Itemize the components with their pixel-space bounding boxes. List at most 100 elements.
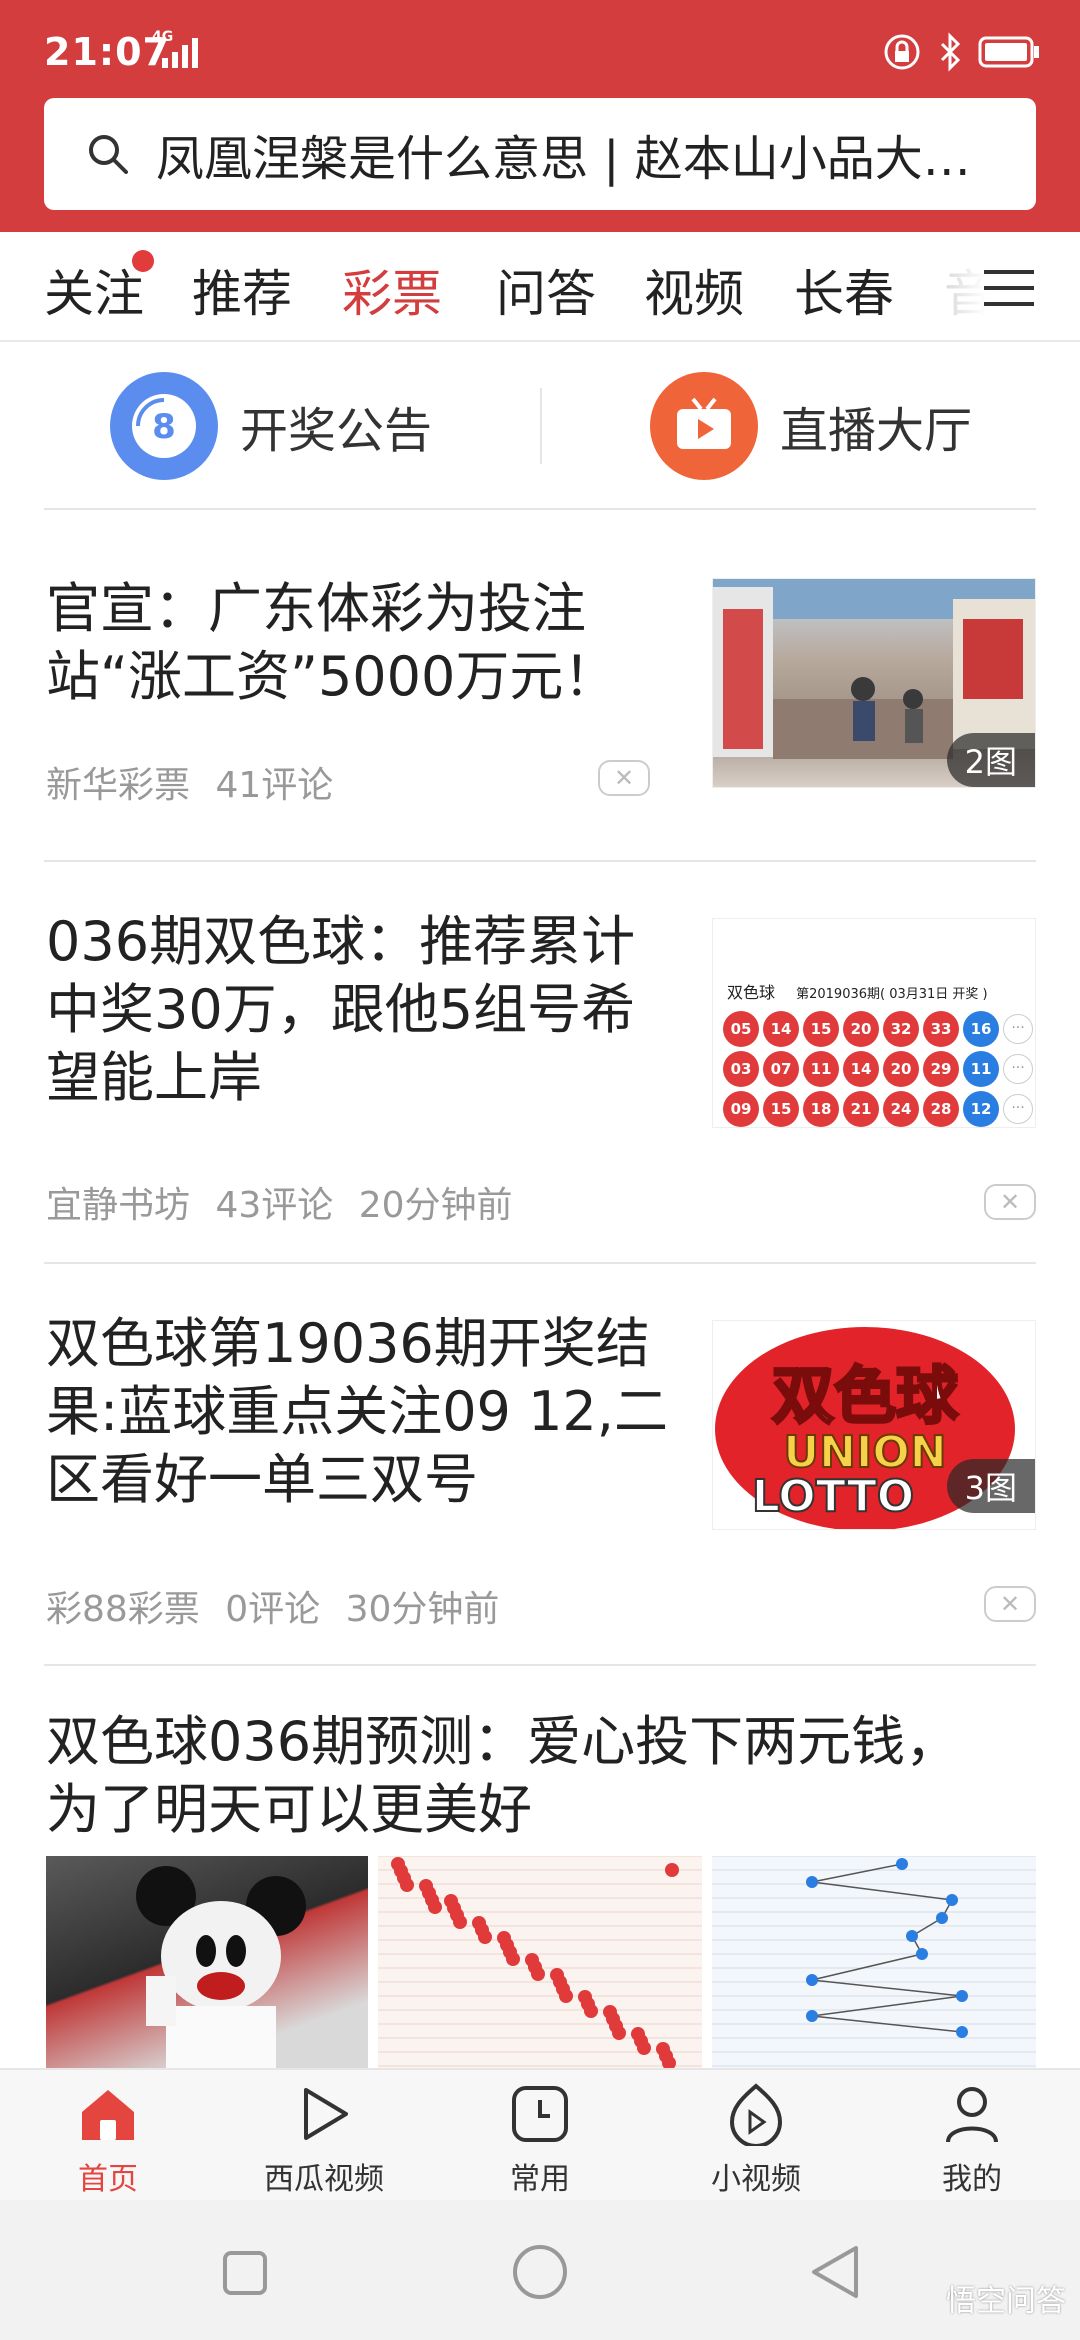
article-time: 30分钟前: [345, 1589, 500, 1630]
trend-dot: [806, 1876, 818, 1888]
tab-common[interactable]: 常用: [460, 2082, 620, 2198]
draw-announcement-button[interactable]: 8 开奖公告: [110, 372, 432, 480]
article-image-2[interactable]: [378, 1856, 702, 2068]
live-hall-label: 直播大厅: [780, 403, 973, 459]
tab-mine-label: 我的: [942, 2162, 1002, 2197]
close-icon: ✕: [999, 1188, 1021, 1216]
svg-text:双色球: 双色球: [772, 1359, 959, 1432]
live-hall-button[interactable]: 直播大厅: [650, 372, 972, 480]
red-ball: 20: [883, 1051, 919, 1087]
dismiss-button[interactable]: ✕: [598, 760, 650, 796]
trend-dot: [806, 2010, 818, 2022]
trend-dot: [612, 2026, 626, 2040]
red-ball: 11: [803, 1051, 839, 1087]
svg-text:LOTTO: LOTTO: [752, 1471, 914, 1522]
dismiss-button[interactable]: ✕: [984, 1184, 1036, 1220]
more-icon: ···: [1003, 1054, 1033, 1084]
tab-common-label: 常用: [510, 2162, 570, 2197]
more-icon: ···: [1003, 1094, 1033, 1124]
tab-video[interactable]: 视频: [644, 254, 744, 326]
red-ball: 03: [723, 1051, 759, 1087]
play-icon: [304, 2088, 348, 2140]
red-ball: 07: [763, 1051, 799, 1087]
red-ball: 28: [923, 1091, 959, 1127]
trend-dot: [453, 1915, 467, 1929]
ball-row: 03 07 11 14 20 29 11 ···: [723, 1051, 1033, 1087]
channel-menu-icon[interactable]: [984, 268, 1034, 308]
red-ball: 05: [723, 1011, 759, 1047]
lottery-ball-grid: 05 14 15 20 32 33 16 ··· 03 07 11 14 20 29 11 ··· 09 15 18…: [723, 1011, 1033, 1127]
bottom-tab-bar: 首页 西瓜视频 常用 小视频 我的: [0, 2068, 1080, 2200]
trend-dot: [506, 1952, 520, 1966]
tab-lottery[interactable]: 彩票: [342, 254, 442, 326]
lottery-name: 双色球 第2019036期( 03月31日 开奖 ): [727, 979, 988, 1003]
article-comments: 43评论: [215, 1185, 334, 1226]
trend-dot: [906, 1930, 918, 1942]
close-icon: ✕: [999, 1590, 1021, 1618]
article-source: 彩88彩票: [46, 1589, 200, 1630]
article-comments: 0评论: [225, 1589, 321, 1630]
red-ball: 24: [883, 1091, 919, 1127]
tv-icon: [650, 372, 758, 480]
article-image-1[interactable]: [46, 1856, 368, 2068]
article-image[interactable]: 双色球 第2019036期( 03月31日 开奖 ) 05 14 15 20 32 33 1…: [712, 918, 1036, 1128]
quick-links: 8 开奖公告 直播大厅: [0, 342, 1080, 510]
article-image[interactable]: 2图: [712, 578, 1036, 788]
article-meta: 宜静书坊 43评论 20分钟前: [46, 1176, 513, 1228]
tab-short-video-label: 小视频: [711, 2162, 801, 2197]
tab-xigua-video[interactable]: 西瓜视频: [244, 2082, 404, 2198]
article-image[interactable]: 双色球 UNION LOTTO 3图: [712, 1320, 1036, 1530]
trend-dot: [665, 1863, 679, 1877]
divider: [44, 860, 1036, 862]
blue-ball: 16: [963, 1011, 999, 1047]
divider: [44, 1262, 1036, 1264]
trend-dot: [896, 1858, 908, 1870]
red-ball: 14: [843, 1051, 879, 1087]
tab-qa[interactable]: 问答: [496, 254, 596, 326]
lock-rotation-icon: [884, 34, 920, 70]
red-ball: 33: [923, 1011, 959, 1047]
red-ball: 29: [923, 1051, 959, 1087]
tab-changchun[interactable]: 长春: [794, 254, 894, 326]
ball-row: 09 15 18 21 24 28 12 ···: [723, 1091, 1033, 1127]
home-icon: [82, 2090, 134, 2140]
search-input[interactable]: 凤凰涅槃是什么意思 | 赵本山小品大…: [44, 98, 1036, 210]
trend-dot: [428, 1900, 442, 1914]
image-count-badge: 3图: [946, 1459, 1035, 1513]
short-video-icon: [729, 2083, 783, 2148]
recent-apps-icon[interactable]: [222, 2250, 268, 2296]
red-ball: 09: [723, 1091, 759, 1127]
dismiss-button[interactable]: ✕: [984, 1586, 1036, 1622]
tab-follow[interactable]: 关注: [44, 254, 144, 326]
article-title[interactable]: 036期双色球：推荐累计 中奖30万，跟他5组号希 望能上岸: [46, 908, 635, 1112]
channel-tabs: 关注 推荐 彩票 问答 视频 长春 音: [0, 232, 1080, 342]
image-count-badge: 2图: [946, 733, 1035, 787]
ball-row: 05 14 15 20 32 33 16 ···: [723, 1011, 1033, 1047]
blue-ball-trend-chart: [712, 1856, 1036, 2067]
status-bar: 21:07 4G: [0, 0, 1080, 100]
tab-recommend[interactable]: 推荐: [192, 254, 292, 326]
article-comments: 41评论: [215, 765, 334, 806]
article-title[interactable]: 双色球036期预测：爱心投下两元钱， 为了明天可以更美好: [46, 1708, 959, 1844]
red-ball: 20: [843, 1011, 879, 1047]
blue-ball: 12: [963, 1091, 999, 1127]
svg-text:8: 8: [152, 407, 176, 447]
home-nav-icon[interactable]: [512, 2244, 568, 2300]
article-title[interactable]: 官宣：广东体彩为投注 站“涨工资”5000万元！: [46, 575, 617, 711]
lottery-ball-icon: 8: [110, 372, 218, 480]
red-ball: 15: [803, 1011, 839, 1047]
tab-home[interactable]: 首页: [28, 2082, 188, 2198]
article-source: 宜静书坊: [46, 1185, 191, 1226]
search-query: 凤凰涅槃是什么意思 | 赵本山小品大…: [156, 131, 971, 187]
article-image-3[interactable]: [712, 1856, 1036, 2068]
close-icon: ✕: [613, 764, 635, 792]
article-meta: 彩88彩票 0评论 30分钟前: [46, 1580, 499, 1632]
article-meta: 新华彩票 41评论: [46, 756, 333, 808]
trend-dot: [559, 1989, 573, 2003]
back-icon[interactable]: [810, 2244, 860, 2300]
red-ball: 21: [843, 1091, 879, 1127]
trend-dot: [584, 2004, 598, 2018]
tab-short-video[interactable]: 小视频: [676, 2082, 836, 2198]
article-title[interactable]: 双色球第19036期开奖结 果:蓝球重点关注09 12,二 区看好一单三双号: [46, 1310, 668, 1514]
tab-mine[interactable]: 我的: [892, 2082, 1052, 2198]
